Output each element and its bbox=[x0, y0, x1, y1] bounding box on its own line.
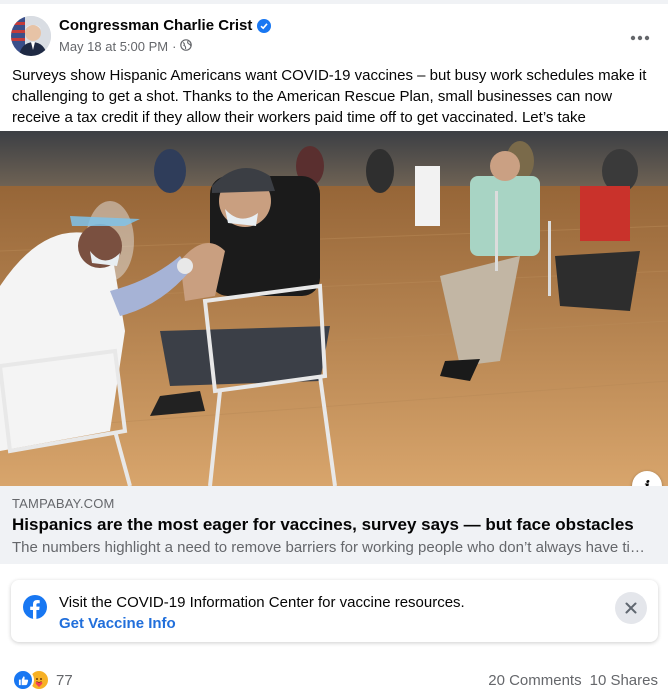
link-preview[interactable]: TAMPABAY.COM Hispanics are the most eage… bbox=[0, 486, 668, 564]
verified-badge-icon bbox=[257, 18, 272, 33]
reactions-summary[interactable]: 77 bbox=[12, 669, 73, 691]
more-options-button[interactable] bbox=[624, 24, 656, 52]
post-header: Congressman Charlie Crist May 18 at 5:00… bbox=[11, 16, 668, 60]
post-card: Congressman Charlie Crist May 18 at 5:00… bbox=[0, 4, 668, 698]
link-description: The numbers highlight a need to remove b… bbox=[12, 539, 652, 556]
covid-banner-text: Visit the COVID-19 Information Center fo… bbox=[59, 594, 465, 611]
author-name-row: Congressman Charlie Crist bbox=[59, 17, 272, 34]
comments-count-link[interactable]: 20 Comments bbox=[488, 672, 581, 689]
close-icon bbox=[625, 602, 637, 614]
post-timestamp[interactable]: May 18 at 5:00 PM bbox=[59, 39, 168, 54]
close-banner-button[interactable] bbox=[615, 592, 647, 624]
more-icon bbox=[630, 35, 650, 41]
author-avatar[interactable] bbox=[11, 16, 51, 56]
meta-separator: · bbox=[172, 39, 177, 54]
link-title: Hispanics are the most eager for vaccine… bbox=[12, 515, 634, 534]
author-name[interactable]: Congressman Charlie Crist bbox=[59, 17, 252, 34]
shares-count-link[interactable]: 10 Shares bbox=[590, 672, 658, 689]
post-meta: May 18 at 5:00 PM · bbox=[59, 39, 193, 54]
facebook-logo-icon bbox=[23, 595, 47, 619]
link-domain: TAMPABAY.COM bbox=[12, 496, 115, 511]
like-reaction-icon bbox=[12, 669, 34, 691]
post-footer: 77 20 Comments 10 Shares bbox=[12, 668, 658, 692]
article-photo[interactable] bbox=[0, 131, 668, 486]
get-vaccine-info-link[interactable]: Get Vaccine Info bbox=[59, 615, 176, 632]
globe-icon bbox=[180, 39, 193, 54]
covid-info-banner: Visit the COVID-19 Information Center fo… bbox=[11, 580, 658, 642]
engagement-stats: 20 Comments 10 Shares bbox=[488, 672, 658, 689]
reaction-count: 77 bbox=[56, 671, 73, 689]
